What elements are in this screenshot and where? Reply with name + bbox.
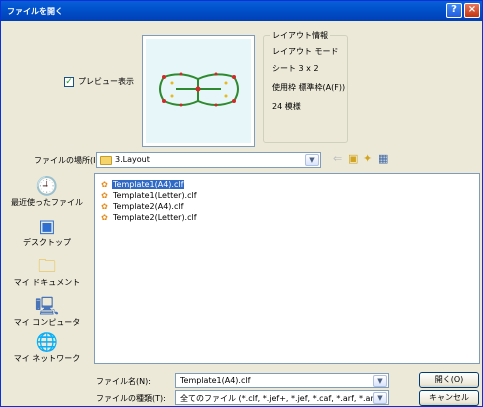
pattern-count-text: 24 模様	[272, 102, 301, 111]
up-folder-icon[interactable]: ▣	[348, 152, 358, 166]
place-label: 最近使ったファイル	[11, 198, 83, 207]
location-dropdown[interactable]: 3.Layout ▼	[96, 152, 321, 168]
file-item[interactable]: ✿ Template1(A4).clf	[100, 180, 185, 189]
place-computer[interactable]: 🖳 マイ コンピュータ	[5, 297, 89, 328]
filename-label: ファイル名(N):	[96, 377, 151, 386]
clf-file-icon: ✿	[101, 213, 108, 222]
layout-info-group: レイアウト情報 レイアウト モード シート 3 x 2 使用枠 標準枠(A(F)…	[263, 30, 348, 143]
filename-input[interactable]	[176, 374, 366, 386]
open-file-dialog: ファイルを開く ? × ✓ プレビュー表示 レイアウト情報 レイアウト モード …	[0, 0, 483, 407]
view-menu-icon[interactable]: ▦	[378, 152, 388, 166]
place-label: デスクトップ	[23, 238, 71, 247]
embroidery-preview-graphic	[159, 72, 239, 107]
open-button[interactable]: 開く(O)	[419, 372, 479, 388]
preview-pane	[142, 35, 255, 147]
layout-mode-text: レイアウト モード	[272, 47, 339, 56]
close-button[interactable]: ×	[464, 3, 480, 18]
place-documents[interactable]: 🗀 マイ ドキュメント	[5, 257, 89, 288]
folder-icon	[100, 156, 112, 165]
desktop-icon: ▣	[38, 216, 56, 237]
sheet-size-text: シート 3 x 2	[272, 64, 319, 73]
preview-toggle[interactable]: ✓ プレビュー表示	[64, 76, 134, 87]
clf-file-icon: ✿	[101, 202, 108, 211]
chevron-down-icon[interactable]: ▼	[305, 154, 319, 166]
file-item[interactable]: ✿ Template2(Letter).clf	[100, 213, 198, 222]
chevron-down-icon[interactable]: ▼	[373, 392, 387, 404]
file-item[interactable]: ✿ Template2(A4).clf	[100, 202, 184, 211]
location-value: 3.Layout	[115, 155, 150, 164]
preview-image	[146, 39, 251, 143]
filetype-label: ファイルの種類(T):	[96, 394, 166, 403]
cancel-button[interactable]: キャンセル	[419, 390, 479, 406]
place-recent[interactable]: 🕘 最近使ったファイル	[5, 177, 89, 208]
chevron-down-icon[interactable]: ▼	[373, 375, 387, 387]
file-list[interactable]: ✿ Template1(A4).clf ✿ Template1(Letter).…	[94, 173, 480, 364]
place-label: マイ ネットワーク	[13, 354, 81, 363]
preview-checkbox[interactable]: ✓	[64, 76, 74, 87]
filetype-dropdown[interactable]: 全てのファイル (*.clf, *.jef+, *.jef, *.caf, *.…	[175, 390, 389, 405]
file-item[interactable]: ✿ Template1(Letter).clf	[100, 191, 198, 200]
documents-icon: 🗀	[38, 256, 56, 277]
location-label: ファイルの場所(I):	[34, 156, 102, 165]
filetype-value: 全てのファイル (*.clf, *.jef+, *.jef, *.caf, *.…	[180, 394, 380, 403]
filename-field[interactable]: ▼	[175, 373, 389, 388]
place-label: マイ コンピュータ	[13, 318, 81, 327]
back-icon[interactable]: ⇐	[333, 152, 342, 166]
title-bar[interactable]: ファイルを開く ? ×	[1, 1, 482, 21]
window-title: ファイルを開く	[7, 7, 63, 16]
place-label: マイ ドキュメント	[13, 278, 81, 287]
network-icon: 🌐	[35, 332, 59, 353]
clf-file-icon: ✿	[101, 180, 108, 189]
preview-checkbox-label: プレビュー表示	[78, 77, 134, 86]
recent-icon: 🕘	[35, 176, 59, 197]
hoop-text: 使用枠 標準枠(A(F))	[272, 83, 346, 92]
place-network[interactable]: 🌐 マイ ネットワーク	[5, 333, 89, 364]
clf-file-icon: ✿	[101, 191, 108, 200]
place-desktop[interactable]: ▣ デスクトップ	[5, 217, 89, 248]
computer-icon: 🖳	[34, 296, 59, 317]
new-folder-icon[interactable]: ✦	[363, 152, 372, 166]
layout-info-heading: レイアウト情報	[270, 30, 330, 41]
help-button[interactable]: ?	[446, 3, 462, 18]
